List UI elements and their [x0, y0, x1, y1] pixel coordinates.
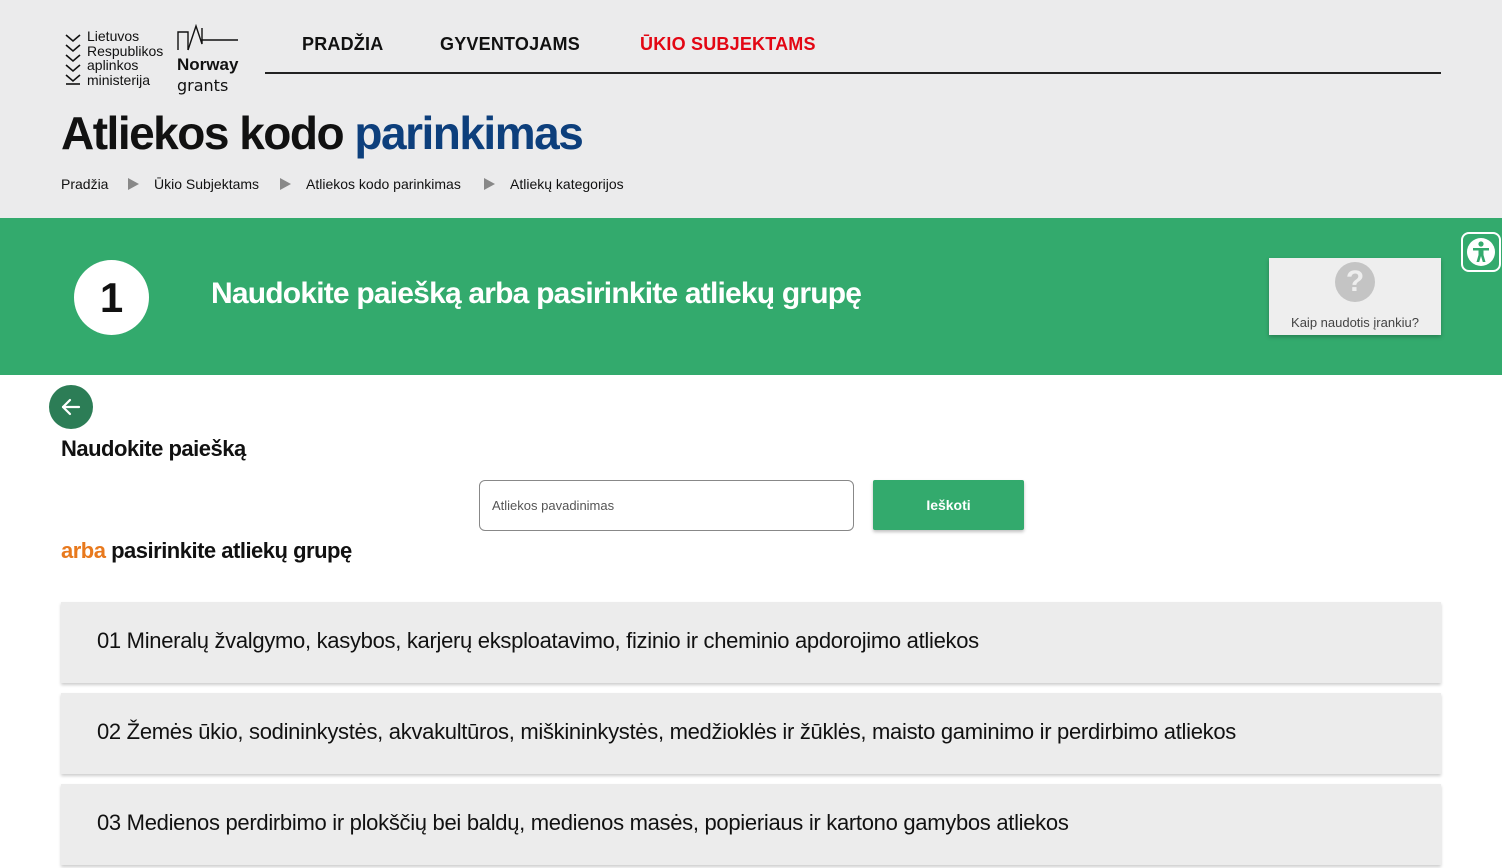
back-button[interactable] [49, 385, 93, 429]
ministry-logo[interactable]: Lietuvos Respublikos aplinkos ministerij… [64, 28, 174, 90]
norway-wordmark: Norway [177, 55, 239, 74]
grants-wordmark: grants [177, 76, 229, 95]
choose-heading-or: arba [61, 538, 106, 563]
step-banner: 1 Naudokite paiešką arba pasirinkite atl… [0, 218, 1502, 375]
page-title: Atliekos kodo parinkimas [61, 106, 584, 160]
page-title-main: Atliekos kodo [61, 107, 345, 159]
breadcrumb-separator-icon [280, 178, 291, 190]
main-nav: PRADŽIA GYVENTOJAMS ŪKIO SUBJEKTAMS [265, 30, 1441, 74]
accessibility-figure-icon [1473, 241, 1489, 262]
nav-item-gyventojams[interactable]: GYVENTOJAMS [440, 34, 580, 55]
waste-group-label: 02 Žemės ūkio, sodininkystės, akvakultūr… [97, 719, 1236, 744]
breadcrumb-item[interactable]: Ūkio Subjektams [154, 176, 259, 192]
breadcrumb-separator-icon [128, 178, 139, 190]
choose-heading: arba pasirinkite atliekų grupę [61, 538, 352, 564]
ministry-line: Lietuvos [87, 28, 140, 44]
ministry-line: ministerija [87, 71, 151, 88]
nav-item-pradzia[interactable]: PRADŽIA [302, 34, 383, 55]
question-icon: ? [1335, 262, 1375, 302]
waste-group-item[interactable]: 02 Žemės ūkio, sodininkystės, akvakultūr… [61, 693, 1441, 774]
breadcrumb-item-current: Atliekų kategorijos [510, 176, 624, 192]
choose-heading-text: pasirinkite atliekų grupę [111, 538, 352, 563]
accessibility-icon [1467, 238, 1495, 266]
breadcrumb-item[interactable]: Pradžia [61, 176, 108, 192]
ministry-emblem-icon [65, 34, 81, 85]
norway-grants-logo[interactable]: Norway grants [176, 24, 242, 96]
help-label: Kaip naudotis įrankiu? [1291, 315, 1419, 330]
search-button[interactable]: Ieškoti [873, 480, 1024, 530]
step-number: 1 [74, 260, 149, 335]
waste-group-item[interactable]: 01 Mineralų žvalgymo, kasybos, karjerų e… [61, 602, 1441, 683]
step-title: Naudokite paiešką arba pasirinkite atlie… [211, 277, 862, 310]
norway-emblem-icon [177, 24, 238, 51]
ministry-line: aplinkos [87, 57, 139, 73]
site-header: Lietuvos Respublikos aplinkos ministerij… [0, 0, 1502, 218]
ministry-name: Lietuvos Respublikos aplinkos ministerij… [87, 29, 163, 87]
breadcrumb-separator-icon [484, 178, 495, 190]
waste-group-label: 03 Medienos perdirbimo ir plokščių bei b… [97, 810, 1069, 835]
accessibility-button[interactable] [1461, 232, 1501, 272]
breadcrumb-item[interactable]: Atliekos kodo parinkimas [306, 176, 461, 192]
page-title-accent: parinkimas [354, 107, 583, 159]
waste-group-item[interactable]: 03 Medienos perdirbimo ir plokščių bei b… [61, 784, 1441, 865]
nav-item-ukio-subjektams[interactable]: ŪKIO SUBJEKTAMS [640, 34, 816, 55]
waste-group-label: 01 Mineralų žvalgymo, kasybos, karjerų e… [97, 628, 979, 653]
search-heading: Naudokite paiešką [61, 436, 246, 461]
arrow-left-icon [61, 398, 81, 416]
search-input[interactable] [479, 480, 854, 531]
ministry-line: Respublikos [87, 42, 164, 59]
help-button[interactable]: ? Kaip naudotis įrankiu? [1269, 258, 1441, 335]
